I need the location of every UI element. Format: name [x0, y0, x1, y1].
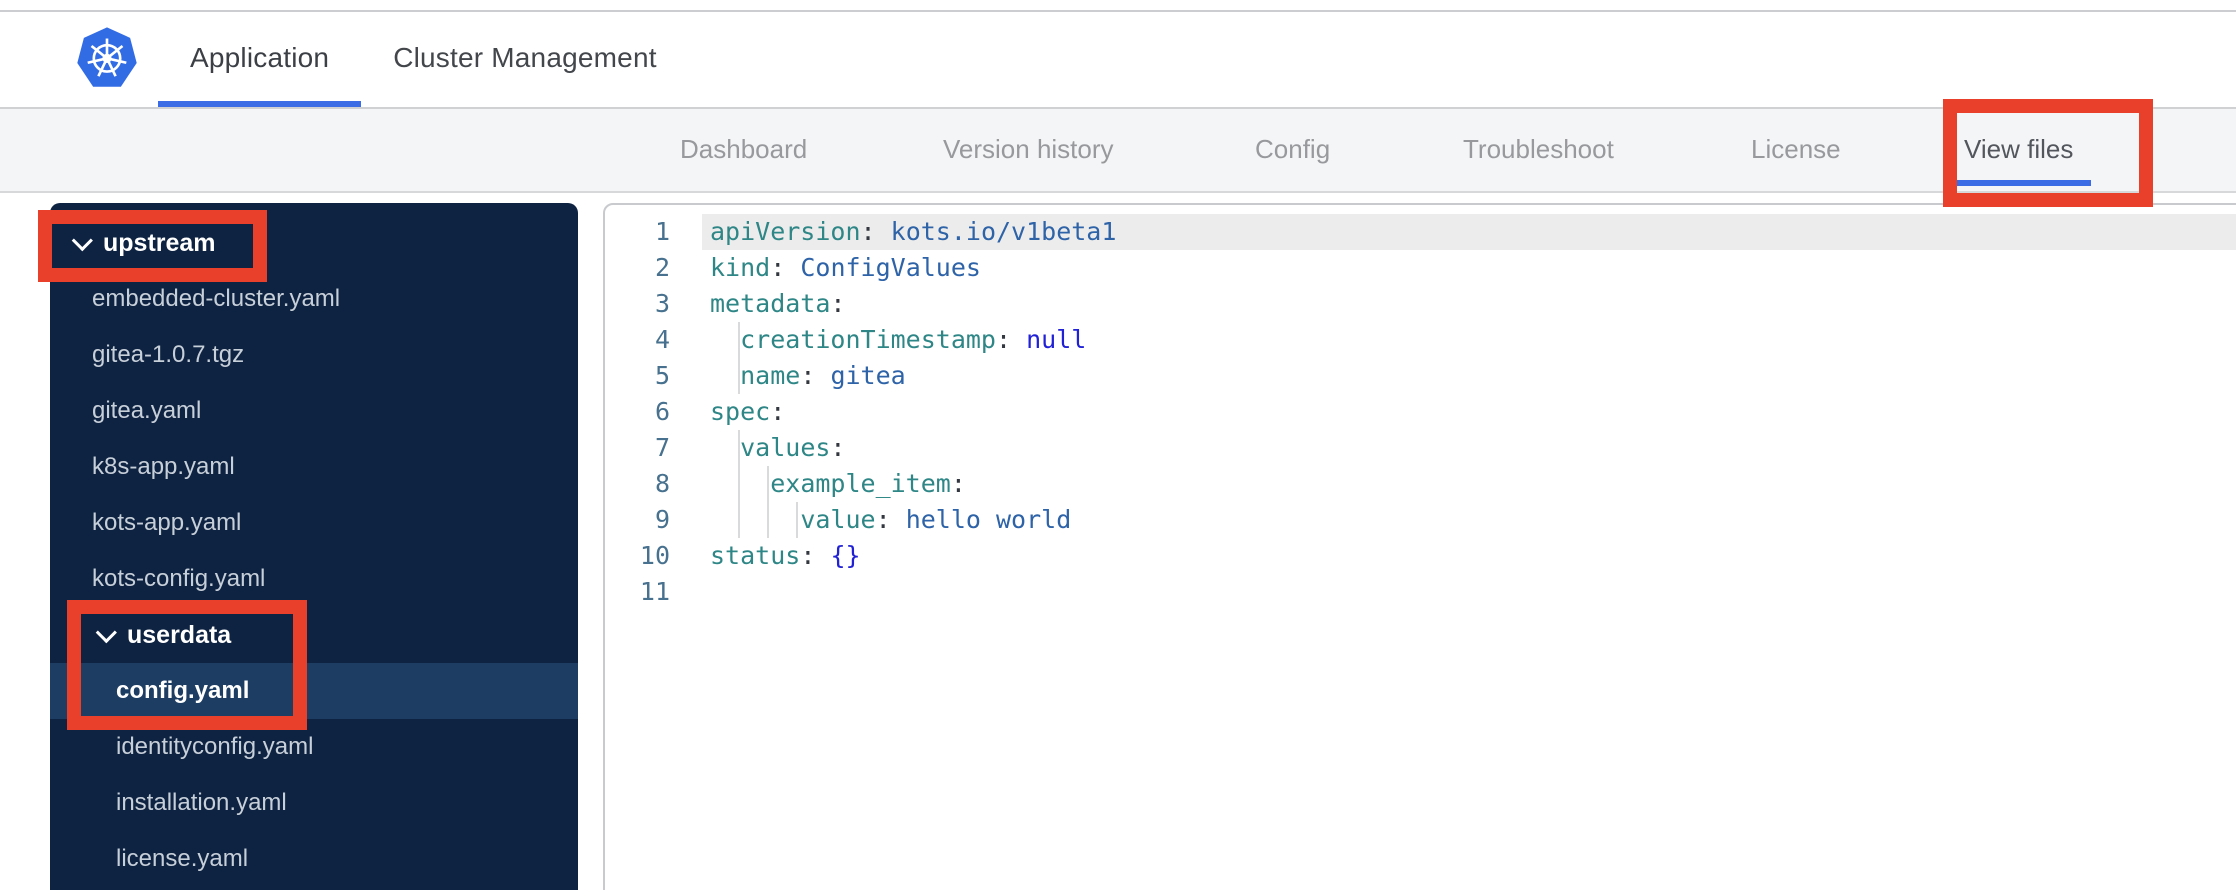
tree-item-label: kots-app.yaml: [92, 509, 242, 536]
tree-file-embedded-cluster.yaml[interactable]: embedded-cluster.yaml: [50, 271, 578, 327]
code-line-4: creationTimestamp: null: [740, 325, 1087, 354]
subnav-tab-config[interactable]: Config: [1237, 109, 1348, 186]
subnav-tab-dashboard[interactable]: Dashboard: [662, 109, 825, 186]
tree-file-installation.yaml[interactable]: installation.yaml: [50, 775, 578, 831]
code-line-7: values:: [740, 433, 846, 462]
tree-item-label: installation.yaml: [116, 789, 287, 816]
tree-item-label: license.yaml: [116, 845, 249, 872]
code-line-9: value: hello world: [800, 505, 1072, 534]
app-subnav: Dashboard Version history Config Troublesho…: [0, 107, 2236, 193]
tree-item-label: gitea.yaml: [92, 397, 202, 424]
subnav-tab-view-files[interactable]: View files: [1946, 109, 2092, 186]
code-line-10: status: {}: [710, 541, 861, 570]
tree-item-label: userdata: [127, 620, 232, 649]
tree-item-label: identityconfig.yaml: [116, 733, 314, 760]
line-number: 11: [639, 577, 670, 606]
line-number: 2: [654, 253, 670, 282]
code-line-5: name: gitea: [740, 361, 906, 390]
chevron-down-icon: [95, 621, 117, 643]
code-line-2: kind: ConfigValues: [710, 253, 981, 282]
tree-file-kots-config.yaml[interactable]: kots-config.yaml: [50, 551, 578, 607]
code-line-8: example_item:: [770, 469, 966, 498]
file-tree-sidebar: upstream embedded-cluster.yaml gitea-1.0.7…: [50, 203, 578, 890]
line-number: 3: [654, 289, 670, 318]
tree-item-label: kots-config.yaml: [92, 565, 266, 592]
header-tab-cluster-management[interactable]: Cluster Management: [361, 12, 689, 107]
line-number: 9: [654, 505, 670, 534]
tree-file-gitea.yaml[interactable]: gitea.yaml: [50, 383, 578, 439]
line-number: 4: [654, 325, 670, 354]
chevron-down-icon: [71, 229, 93, 251]
subnav-tab-version-history[interactable]: Version history: [925, 109, 1132, 186]
app-header: Application Cluster Management: [0, 0, 2236, 107]
kubernetes-logo-icon: [77, 27, 137, 87]
tree-item-label: config.yaml: [116, 677, 250, 704]
tree-folder-upstream[interactable]: upstream: [50, 215, 578, 271]
code-line-3: metadata:: [710, 289, 846, 318]
line-number: 8: [654, 469, 670, 498]
kots-admin-console: Application Cluster Management Dashboard V…: [0, 0, 2236, 890]
tree-file-identityconfig.yaml[interactable]: identityconfig.yaml: [50, 719, 578, 775]
tree-item-label: upstream: [103, 228, 216, 257]
tree-item-label: gitea-1.0.7.tgz: [92, 341, 245, 368]
tree-folder-userdata[interactable]: userdata: [50, 607, 578, 663]
tree-file-kots-app.yaml[interactable]: kots-app.yaml: [50, 495, 578, 551]
line-number: 1: [654, 217, 670, 246]
subnav-tab-license[interactable]: License: [1733, 109, 1859, 186]
tree-item-label: k8s-app.yaml: [92, 453, 235, 480]
tree-file-config.yaml[interactable]: config.yaml: [50, 663, 578, 719]
line-number: 10: [639, 541, 670, 570]
tree-file-license.yaml[interactable]: license.yaml: [50, 831, 578, 887]
line-number: 7: [654, 433, 670, 462]
primary-tabs: Application Cluster Management: [158, 12, 689, 107]
file-viewer-editor[interactable]: 1 apiVersion: kots.io/v1beta1 2 kind: Confi…: [603, 203, 2236, 890]
line-number: 5: [654, 361, 670, 390]
line-number: 6: [654, 397, 670, 426]
code-line-1: apiVersion: kots.io/v1beta1: [710, 217, 1117, 246]
code-line-6: spec:: [710, 397, 786, 426]
subnav-tab-troubleshoot[interactable]: Troubleshoot: [1445, 109, 1632, 186]
header-tab-application[interactable]: Application: [158, 12, 362, 107]
tree-item-label: embedded-cluster.yaml: [92, 285, 341, 312]
tree-file-gitea-1.0.7.tgz[interactable]: gitea-1.0.7.tgz: [50, 327, 578, 383]
tree-file-k8s-app.yaml[interactable]: k8s-app.yaml: [50, 439, 578, 495]
